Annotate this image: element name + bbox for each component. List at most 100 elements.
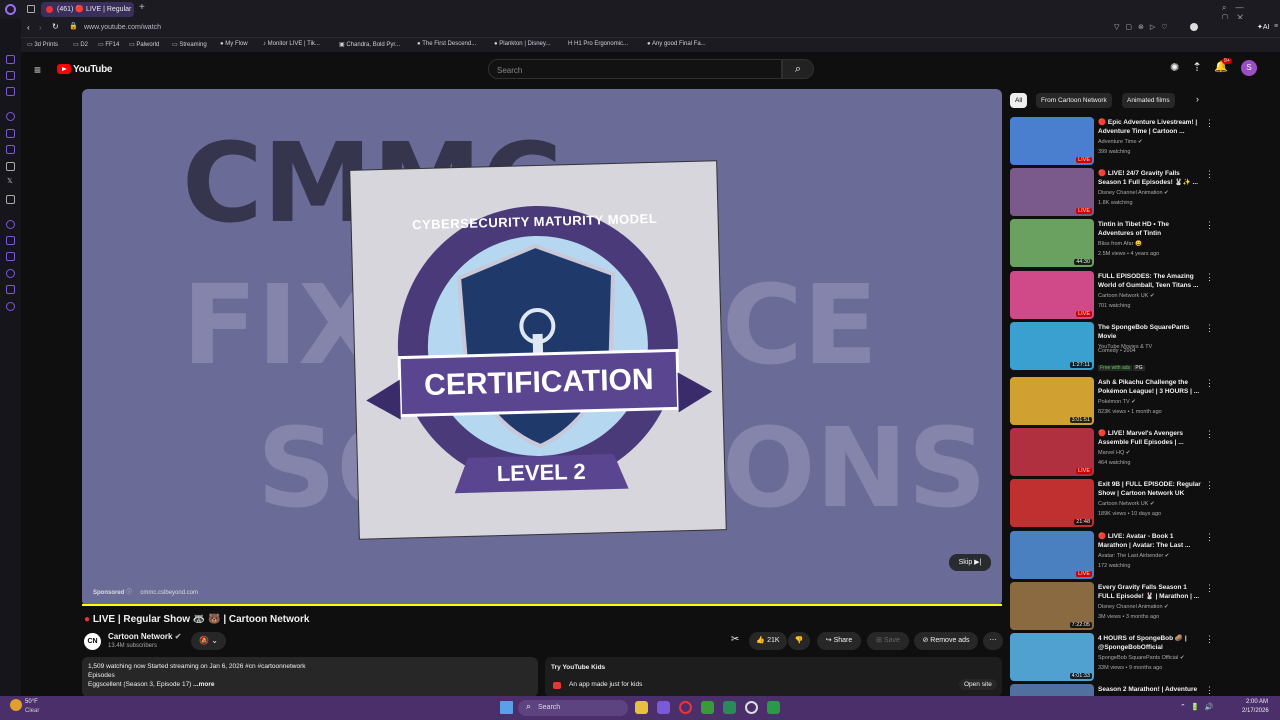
share-button[interactable]: ↪ Share (817, 632, 861, 650)
bookmark-item[interactable]: H H1 Pro Ergonomic... (568, 41, 628, 47)
toolbar-icons[interactable]: ▽▢⊛▷♡ (1114, 23, 1174, 31)
sidebar-settings-icon[interactable] (6, 112, 15, 121)
more-actions-button[interactable]: ⋯ (983, 632, 1003, 650)
chip-animated-films[interactable]: Animated films (1122, 93, 1175, 108)
start-icon[interactable] (500, 701, 513, 714)
rec-channel[interactable]: Pokémon TV ✔ (1098, 399, 1136, 405)
tray-icons[interactable]: ⌃🔋🔊 (1180, 703, 1218, 711)
clip-icon[interactable]: ✂ (731, 634, 739, 645)
rec-title[interactable]: Ash & Pikachu Challenge the Pokémon Leag… (1098, 378, 1202, 396)
search-button[interactable]: ⌕ (782, 59, 814, 79)
rec-channel[interactable]: SpongeBob SquarePants Official ✔ (1098, 655, 1184, 661)
settings-icon[interactable] (745, 701, 758, 714)
rec-channel[interactable]: Disney Channel Animation ✔ (1098, 604, 1169, 610)
rec-channel[interactable]: Avatar: The Last Airbender ✔ (1098, 553, 1169, 559)
dislike-button[interactable]: 👎 (788, 632, 810, 650)
sidebar-app-icon[interactable] (6, 55, 15, 64)
kebab-menu-icon[interactable]: ⋮ (1205, 429, 1214, 440)
rec-item[interactable]: 7:22:05 Every Gravity Falls Season 1 FULL… (1010, 582, 1214, 630)
bookmark-item[interactable]: ▭ Palworld (129, 41, 159, 48)
open-site-button[interactable]: Open site (959, 679, 997, 690)
rec-thumbnail[interactable]: LIVE (1010, 271, 1094, 319)
search-input[interactable]: Search (488, 59, 782, 79)
rec-item[interactable]: LIVE 🔴 Epic Adventure Livestream! | Adven… (1010, 117, 1214, 165)
rec-channel[interactable]: Bliss from Afar 😀 (1098, 241, 1142, 247)
description-box[interactable]: 1,509 watching now Started streaming on … (82, 657, 538, 697)
ad-url[interactable]: cmmc.cslbeyond.com (140, 590, 198, 596)
kebab-menu-icon[interactable]: ⋮ (1205, 272, 1214, 283)
sidebar-app-icon[interactable] (6, 87, 15, 96)
rec-thumbnail[interactable]: 3:01:51 (1010, 377, 1094, 425)
rec-item[interactable]: 44:30 Tintin in Tibet HD • The Adventures… (1010, 219, 1214, 267)
rec-thumbnail[interactable]: LIVE (1010, 117, 1094, 165)
video-player[interactable]: CMMC FIX CE SO ONS CYBERSECURITY MATURIT… (82, 89, 1002, 606)
kebab-menu-icon[interactable]: ⋮ (1205, 685, 1210, 696)
channel-avatar[interactable]: CN (84, 633, 101, 650)
bookmark-item[interactable]: ▣ Chandra, Bold Pyr... (339, 41, 400, 48)
sidebar-app-icon[interactable] (6, 285, 15, 294)
bookmark-item[interactable]: ▭ FF14 (98, 41, 119, 48)
rec-title[interactable]: Tintin in Tibet HD • The Adventures of T… (1098, 220, 1202, 238)
hamburger-icon[interactable]: ≡ (34, 63, 41, 77)
sidebar-app-icon[interactable] (6, 71, 15, 80)
bookmark-item[interactable]: ● Plankton | Disney... (494, 41, 550, 47)
notify-bell-button[interactable]: 🔕 ⌄ (191, 632, 226, 650)
taskbar-search[interactable]: Search (518, 700, 628, 716)
bookmark-item[interactable]: ● The First Descend... (417, 41, 476, 47)
kebab-menu-icon[interactable]: ⋮ (1205, 323, 1214, 334)
kebab-menu-icon[interactable]: ⋮ (1205, 378, 1214, 389)
tab-overview-icon[interactable] (27, 5, 35, 13)
rec-title[interactable]: 4 HOURS of SpongeBob 🥔 | @SpongeBobOffic… (1098, 634, 1202, 652)
chevron-right-icon[interactable]: › (1196, 94, 1199, 104)
forward-icon[interactable]: › (39, 23, 42, 32)
new-tab-button[interactable]: + (139, 2, 145, 13)
bookmark-item[interactable]: ● Any good Final Fa... (647, 41, 706, 47)
rec-title[interactable]: Every Gravity Falls Season 1 FULL Episod… (1098, 583, 1202, 601)
sidebar-app-icon[interactable] (6, 220, 15, 229)
avatar[interactable]: S (1241, 60, 1257, 76)
ai-button[interactable]: ✦AI (1257, 23, 1270, 31)
clock-time[interactable]: 2:00 AM (1246, 699, 1268, 705)
rec-thumbnail[interactable] (1010, 684, 1094, 696)
rec-thumbnail[interactable]: LIVE (1010, 168, 1094, 216)
rec-channel[interactable]: Adventure Time ✔ (1098, 139, 1143, 145)
rec-item[interactable]: LIVE 🔴 LIVE! 24/7 Gravity Falls Season 1 … (1010, 168, 1214, 216)
channel-name[interactable]: Cartoon Network ✔ (108, 632, 181, 641)
rec-title[interactable]: Season 2 Marathon! | Adventure (1098, 685, 1202, 694)
chip-from-channel[interactable]: From Cartoon Network (1036, 93, 1112, 108)
rec-item[interactable]: Season 2 Marathon! | Adventure ⋮ (1010, 684, 1210, 696)
bookmark-item[interactable]: ● My Flow (220, 41, 248, 47)
rec-thumbnail[interactable]: 44:30 (1010, 219, 1094, 267)
rec-item[interactable]: 3:01:51 Ash & Pikachu Challenge the Pokém… (1010, 377, 1214, 425)
kebab-menu-icon[interactable]: ⋮ (1205, 532, 1214, 543)
app-icon[interactable] (723, 701, 736, 714)
rec-channel[interactable]: Cartoon Network UK ✔ (1098, 501, 1155, 507)
rec-title[interactable]: 🔴 LIVE! 24/7 Gravity Falls Season 1 Full… (1098, 169, 1202, 187)
sidebar-history-icon[interactable] (6, 269, 15, 278)
rec-item[interactable]: 21:48 Exit 9B | FULL EPISODE: Regular Sho… (1010, 479, 1214, 527)
reload-icon[interactable]: ↻ (52, 22, 59, 31)
sidebar-app-icon[interactable] (6, 145, 15, 154)
file-explorer-icon[interactable] (635, 701, 648, 714)
video-progress-bar[interactable] (82, 604, 1002, 606)
youtube-logo[interactable]: YouTube (57, 64, 113, 75)
rec-thumbnail[interactable]: LIVE (1010, 428, 1094, 476)
back-icon[interactable]: ‹ (27, 23, 30, 32)
save-button[interactable]: ⊞ Save (867, 632, 909, 650)
profile-icon[interactable] (1190, 23, 1198, 31)
discord-app-icon[interactable] (657, 701, 670, 714)
like-button[interactable]: 👍 21K (749, 632, 787, 650)
rec-item[interactable]: 1:27:11 The SpongeBob SquarePants Movie Yo… (1010, 322, 1214, 371)
sidebar-app-icon[interactable] (6, 162, 15, 171)
kebab-menu-icon[interactable]: ⋮ (1205, 480, 1214, 491)
sidebar-app-icon[interactable] (6, 129, 15, 138)
rec-thumbnail[interactable]: 4:01:33 (1010, 633, 1094, 681)
rec-channel[interactable]: Disney Channel Animation ✔ (1098, 190, 1169, 196)
rec-title[interactable]: 🔴 Epic Adventure Livestream! | Adventure… (1098, 118, 1202, 136)
kebab-menu-icon[interactable]: ⋮ (1205, 118, 1214, 129)
sidebar-player-icon[interactable] (6, 236, 15, 245)
rec-thumbnail[interactable]: 7:22:05 (1010, 582, 1094, 630)
skip-ad-button[interactable]: Skip ▶| (949, 554, 991, 571)
kebab-menu-icon[interactable]: ⋮ (1205, 169, 1214, 180)
remove-ads-button[interactable]: ⊘ Remove ads (914, 632, 978, 650)
